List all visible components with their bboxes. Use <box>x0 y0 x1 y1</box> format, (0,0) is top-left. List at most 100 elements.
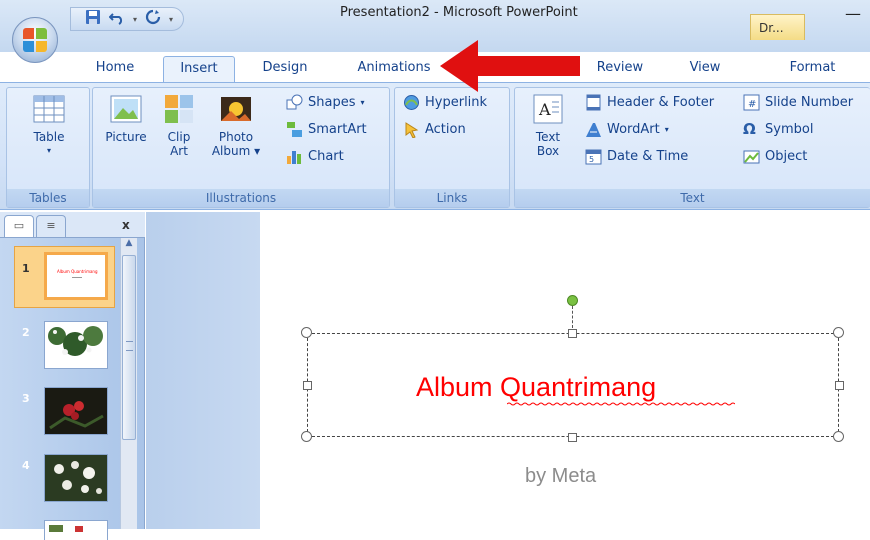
spellcheck-squiggle <box>507 402 735 406</box>
slide-number-icon: # <box>743 94 760 111</box>
window-title: Presentation2 - Microsoft PowerPoint <box>340 5 578 20</box>
thumb-2-image <box>45 322 107 368</box>
tab-slides-view[interactable]: ▭ <box>4 215 34 237</box>
shapes-button[interactable]: Shapes ▾ <box>286 94 365 111</box>
scroll-thumb[interactable] <box>122 255 136 440</box>
text-box-button[interactable]: A Text Box <box>521 92 575 158</box>
wordart-label: WordArt <box>607 122 660 137</box>
clip-art-button[interactable]: Clip Art <box>159 92 199 158</box>
resize-handle-top-right[interactable] <box>833 327 844 338</box>
symbol-button[interactable]: Ω Symbol <box>743 121 813 138</box>
thumb-3-image <box>45 388 107 434</box>
resize-handle-top[interactable] <box>568 329 577 338</box>
symbol-omega-icon: Ω <box>743 120 756 138</box>
chart-label: Chart <box>308 149 344 164</box>
thumb-1-subtitle-line <box>72 277 82 278</box>
rotation-handle[interactable] <box>567 295 578 306</box>
workspace-background <box>146 212 260 529</box>
photo-album-label-2: Album ▾ <box>211 144 261 158</box>
hyperlink-button[interactable]: Hyperlink <box>403 94 487 111</box>
photo-album-icon <box>219 92 253 126</box>
text-box-icon: A <box>531 92 565 126</box>
outline-view-icon: ≡ <box>46 219 56 232</box>
object-button[interactable]: Object <box>743 148 807 165</box>
tab-animations[interactable]: Animations <box>345 56 443 82</box>
slide-number-4: 4 <box>22 459 30 472</box>
thumb-5-image <box>45 523 107 532</box>
action-button[interactable]: Action <box>403 121 466 139</box>
photo-album-button[interactable]: Photo Album ▾ <box>201 92 271 158</box>
tab-format[interactable]: Format <box>780 56 845 82</box>
action-icon <box>403 121 420 139</box>
slide-title-text[interactable]: Album Quantrimang <box>416 372 656 403</box>
resize-handle-right[interactable] <box>835 381 844 390</box>
group-label-illustrations: Illustrations <box>93 189 389 207</box>
slide-thumbnail-4[interactable] <box>44 454 108 502</box>
object-icon <box>743 148 760 165</box>
pane-close-button[interactable]: x <box>122 218 130 232</box>
symbol-label: Symbol <box>765 122 814 137</box>
group-illustrations: Picture Clip Art Photo Album ▾ Shapes ▾ S… <box>92 87 390 208</box>
table-dropdown-icon: ▾ <box>46 146 51 155</box>
thumb-1-title: Album Quantrimang <box>57 269 98 274</box>
group-tables: Table ▾ Tables <box>6 87 90 208</box>
title-bar: ▾ ▾ Presentation2 - Microsoft PowerPoint… <box>0 0 870 52</box>
resize-handle-bottom[interactable] <box>568 433 577 442</box>
quick-access-toolbar: ▾ ▾ <box>70 7 185 31</box>
slides-pane-scrollbar[interactable]: ▲ <box>120 238 137 529</box>
smartart-button[interactable]: SmartArt <box>286 121 367 138</box>
header-footer-button[interactable]: Header & Footer <box>585 94 714 111</box>
action-label: Action <box>425 122 466 137</box>
scroll-up-arrow-icon[interactable]: ▲ <box>121 238 137 254</box>
resize-handle-top-left[interactable] <box>301 327 312 338</box>
tab-outline-view[interactable]: ≡ <box>36 215 66 237</box>
red-arrow-annotation <box>440 40 580 92</box>
group-label-tables: Tables <box>7 189 89 207</box>
shapes-label: Shapes <box>308 95 356 110</box>
tab-review[interactable]: Review <box>590 56 650 82</box>
table-button[interactable]: Table ▾ <box>21 92 77 158</box>
contextual-tab-drawing-tools[interactable]: Dr... <box>750 14 805 40</box>
slide-thumbnail-5-partial[interactable] <box>44 520 108 540</box>
text-box-label-2: Box <box>536 144 560 158</box>
save-icon[interactable] <box>85 9 101 29</box>
picture-button[interactable]: Picture <box>97 92 155 144</box>
undo-icon[interactable] <box>108 9 125 29</box>
picture-icon <box>109 92 143 126</box>
slide-thumbnail-2[interactable] <box>44 321 108 369</box>
slide-thumbnail-1[interactable]: Album Quantrimang <box>44 252 108 300</box>
slide-subtitle-text[interactable]: by Meta <box>525 465 596 488</box>
slide-thumbnail-3[interactable] <box>44 387 108 435</box>
hyperlink-label: Hyperlink <box>425 95 488 110</box>
slides-view-icon: ▭ <box>13 219 25 232</box>
text-box-label-1: Text <box>535 130 561 144</box>
chart-icon <box>286 148 303 165</box>
date-time-button[interactable]: 5 Date & Time <box>585 148 688 165</box>
customize-qat-icon[interactable]: ▾ <box>169 15 173 24</box>
resize-handle-bottom-right[interactable] <box>833 431 844 442</box>
table-label: Table <box>33 130 65 144</box>
thumb-4-image <box>45 455 107 501</box>
table-icon <box>32 92 66 126</box>
tab-home[interactable]: Home <box>90 56 140 82</box>
group-links: Hyperlink Action Links <box>394 87 510 208</box>
tab-design[interactable]: Design <box>250 56 320 82</box>
resize-handle-bottom-left[interactable] <box>301 431 312 442</box>
office-button[interactable] <box>12 17 58 63</box>
redo-icon[interactable] <box>145 9 161 29</box>
hyperlink-icon <box>403 94 420 111</box>
slide-number-3: 3 <box>22 392 30 405</box>
tab-insert[interactable]: Insert <box>163 56 235 83</box>
slide-number-button[interactable]: # Slide Number <box>743 94 853 111</box>
photo-album-label-1: Photo <box>218 130 254 144</box>
chart-button[interactable]: Chart <box>286 148 344 165</box>
slide-number-2: 2 <box>22 326 30 339</box>
smartart-label: SmartArt <box>308 122 367 137</box>
minimize-button[interactable]: — <box>845 4 861 23</box>
undo-dropdown-icon[interactable]: ▾ <box>133 15 137 24</box>
resize-handle-left[interactable] <box>303 381 312 390</box>
tab-view[interactable]: View <box>680 56 730 82</box>
wordart-button[interactable]: WordArt ▾ <box>585 121 669 138</box>
smartart-icon <box>286 121 303 138</box>
photo-album-text: Album <box>211 144 251 158</box>
